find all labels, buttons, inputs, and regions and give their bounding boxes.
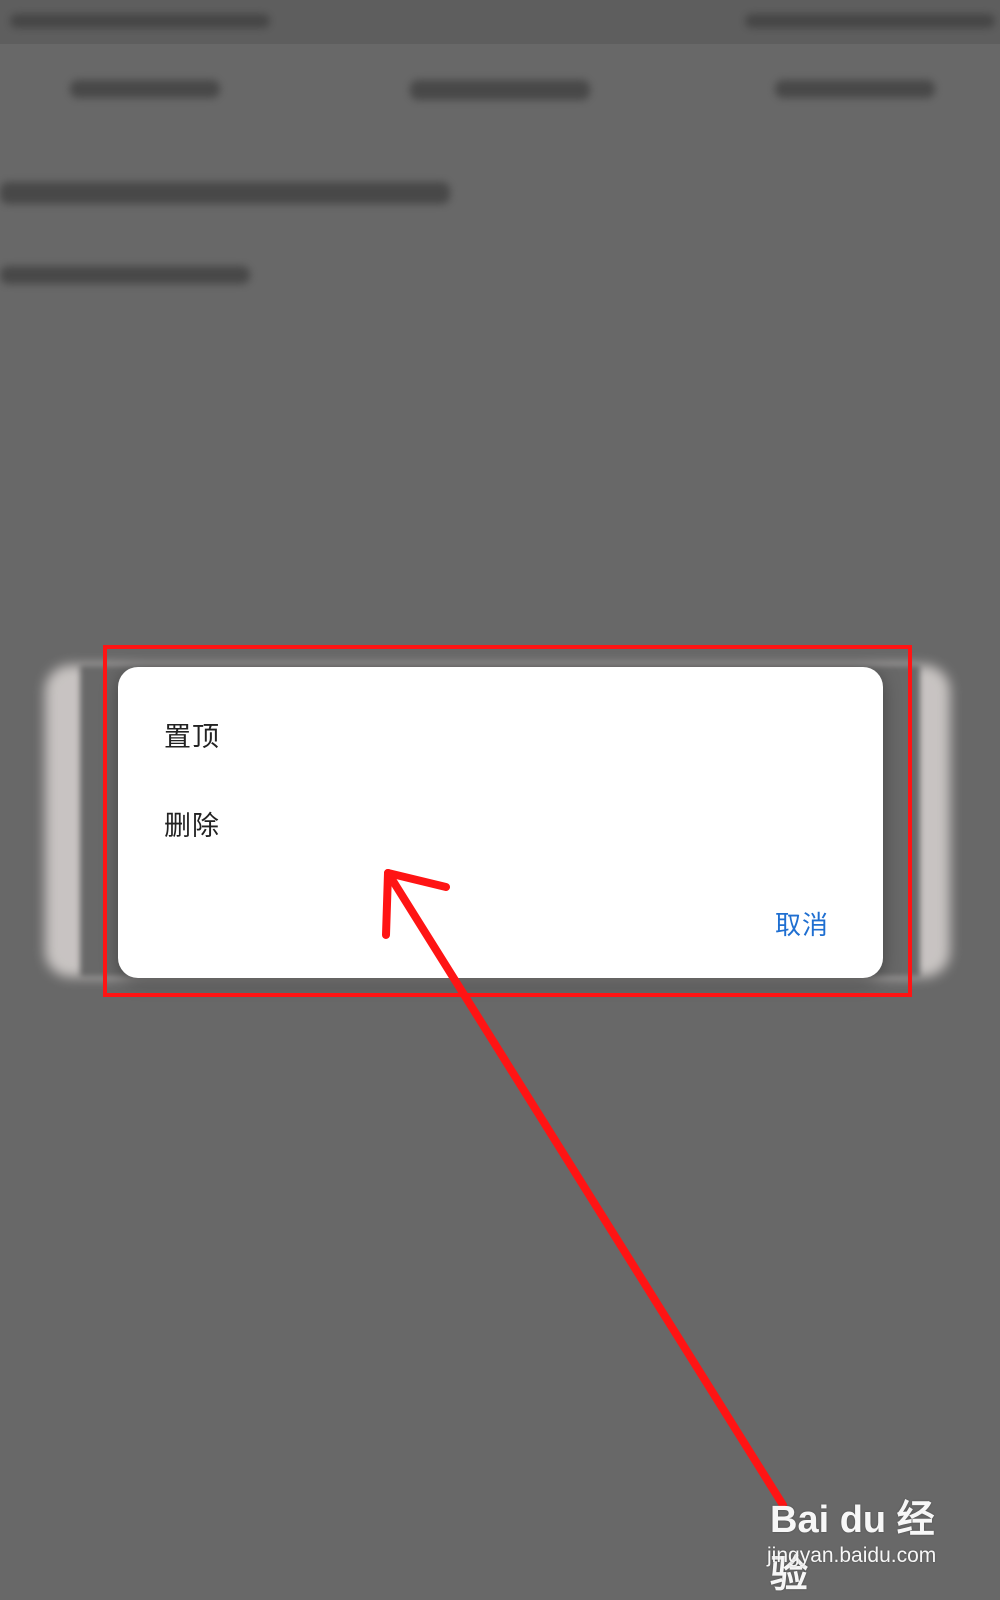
annotation-arrow xyxy=(382,869,787,1509)
watermark-url: jingyan.baidu.com xyxy=(767,1544,937,1567)
watermark-logo: Bai du 经验 xyxy=(770,1499,935,1596)
baidu-jingyan-watermark: Bai du 经验 jingyan.baidu.com xyxy=(765,1488,965,1596)
